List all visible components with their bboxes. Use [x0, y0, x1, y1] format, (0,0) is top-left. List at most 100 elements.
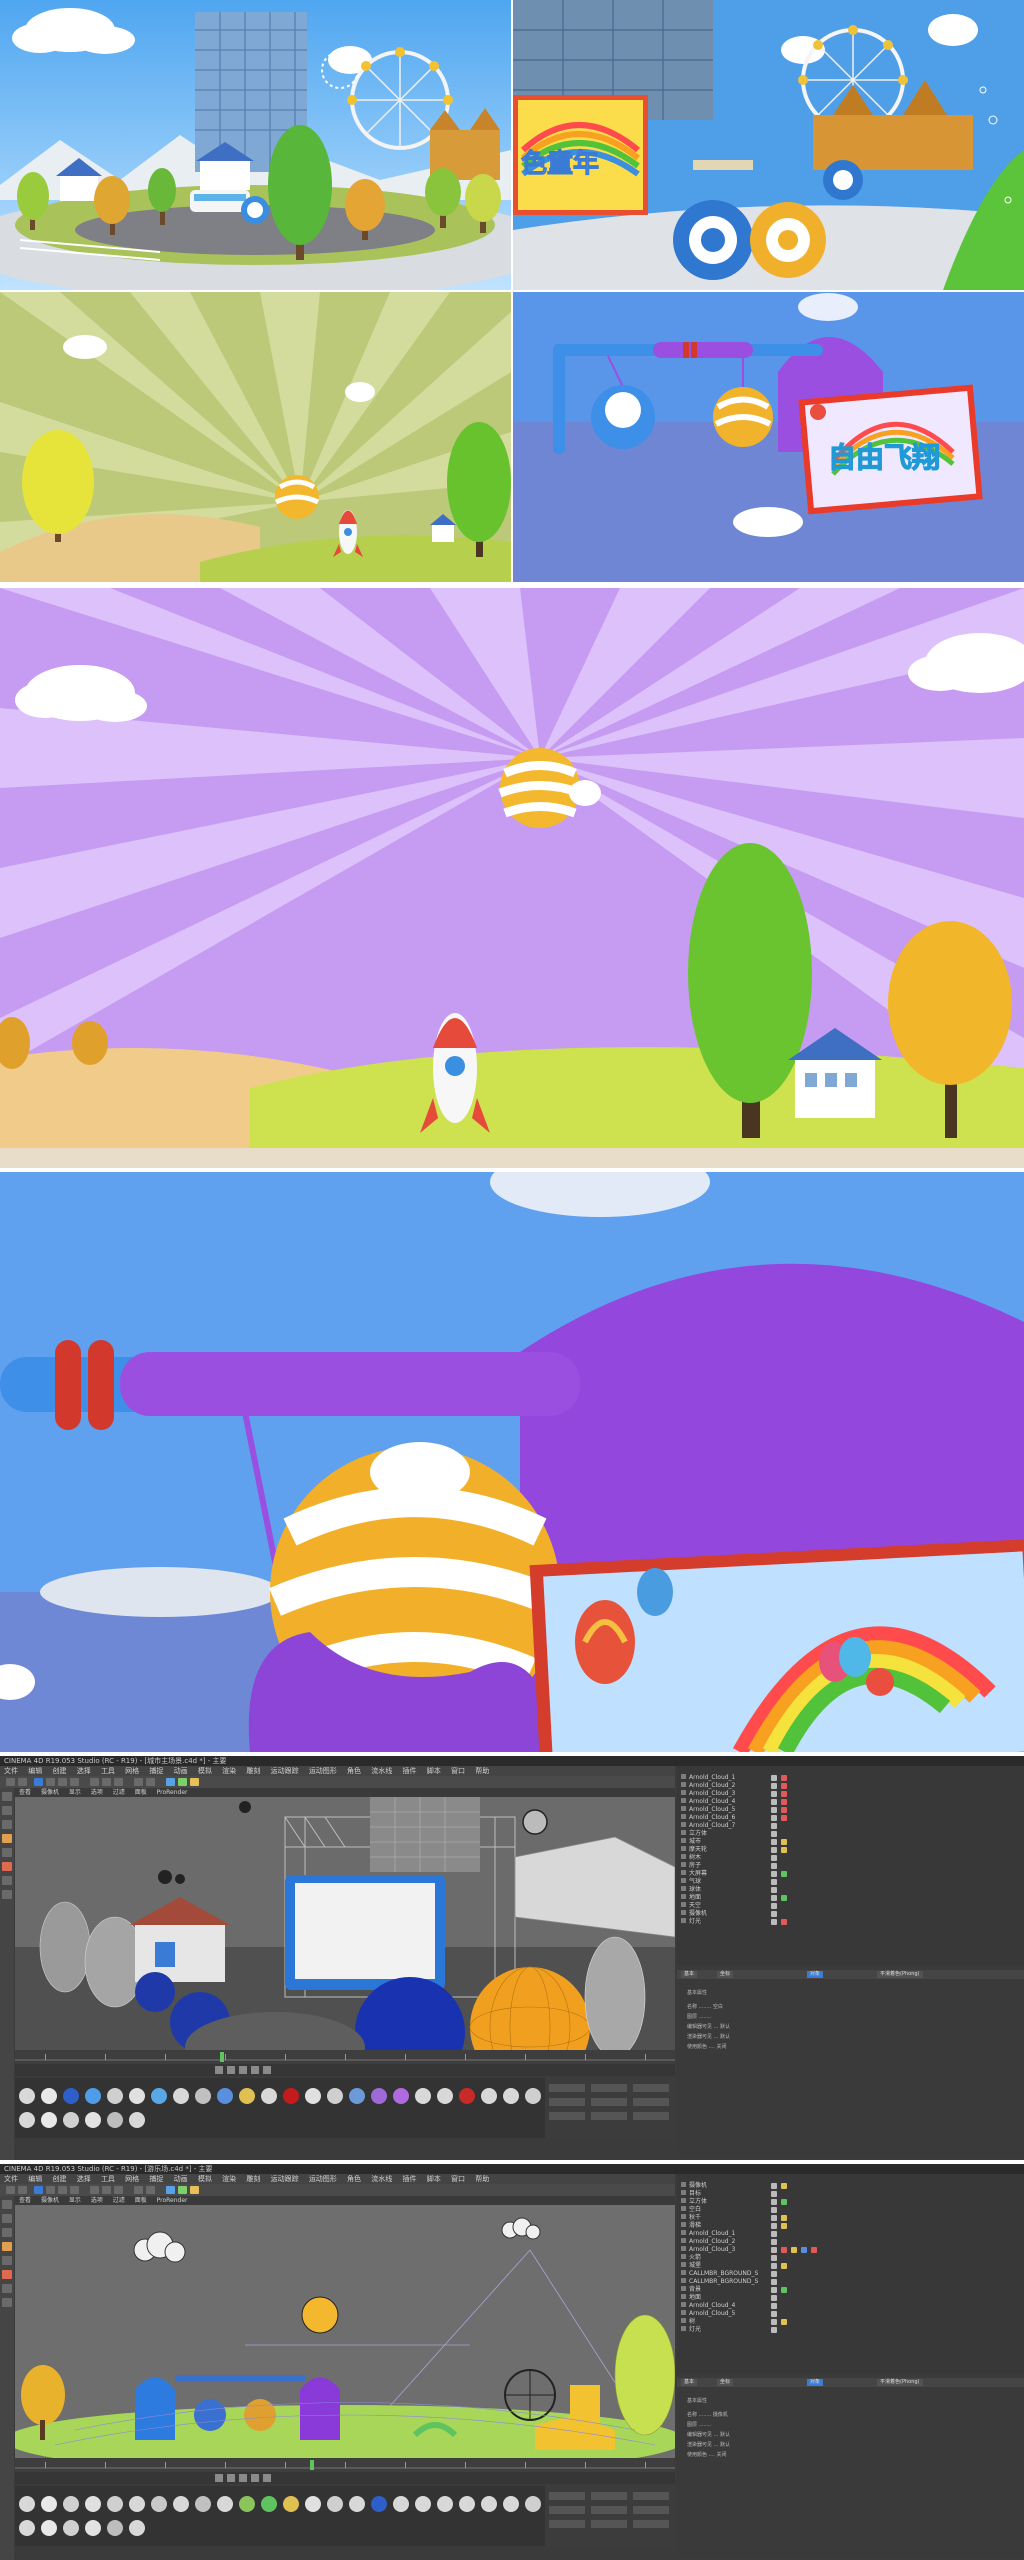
- viewport[interactable]: 查看 摄像机 显示 选项 过滤 面板 ProRender: [15, 2196, 675, 2458]
- viewport-menu-item[interactable]: 摄像机: [41, 2197, 59, 2204]
- object-row[interactable]: Arnold_Cloud_3: [681, 2246, 1021, 2254]
- z-axis-icon[interactable]: [114, 1778, 123, 1786]
- object-row[interactable]: 气球: [681, 1878, 1021, 1886]
- tool-icon[interactable]: [2, 1792, 12, 1801]
- y-axis-icon[interactable]: [102, 1778, 111, 1786]
- menu-item[interactable]: 帮助: [475, 2175, 489, 2183]
- object-row[interactable]: Arnold_Cloud_5: [681, 2310, 1021, 2318]
- move-icon[interactable]: [46, 1778, 55, 1786]
- tool-icon[interactable]: [2, 1890, 12, 1899]
- object-row[interactable]: 地面: [681, 1894, 1021, 1902]
- select-icon[interactable]: [34, 1778, 43, 1786]
- menu-item[interactable]: 文件: [4, 2175, 18, 2183]
- object-row[interactable]: 摄像机: [681, 1910, 1021, 1918]
- attr-tab[interactable]: 对象: [807, 1971, 824, 1978]
- object-row[interactable]: 火箭: [681, 2254, 1021, 2262]
- nurbs-icon[interactable]: [178, 1778, 187, 1786]
- menu-item[interactable]: 运动跟踪: [271, 1767, 299, 1775]
- object-row[interactable]: 立方体: [681, 2198, 1021, 2206]
- menu-item[interactable]: 脚本: [427, 2175, 441, 2183]
- attr-line[interactable]: 图层 ........: [687, 2014, 711, 2021]
- menu-item[interactable]: 运动图形: [309, 1767, 337, 1775]
- move-icon[interactable]: [46, 2186, 55, 2194]
- menu-item[interactable]: 编辑: [28, 2175, 42, 2183]
- rotate-icon[interactable]: [70, 1778, 79, 1786]
- attr-line[interactable]: 渲染器可见 ... 默认: [687, 2034, 730, 2041]
- viewport-menu-item[interactable]: 查看: [19, 2197, 31, 2204]
- object-row[interactable]: 城市: [681, 1838, 1021, 1846]
- menu-item[interactable]: 文件: [4, 1767, 18, 1775]
- menu-item[interactable]: 渲染: [222, 1767, 236, 1775]
- object-row[interactable]: 目标: [681, 2190, 1021, 2198]
- attr-tab[interactable]: 坐标: [717, 2379, 734, 2386]
- viewport-menu-item[interactable]: 显示: [69, 2197, 81, 2204]
- tool-icon[interactable]: [2, 2228, 12, 2237]
- light-icon[interactable]: [190, 1778, 199, 1786]
- menu-item[interactable]: 创建: [52, 2175, 66, 2183]
- object-row[interactable]: Arnold_Cloud_2: [681, 1782, 1021, 1790]
- render-view-icon[interactable]: [134, 1778, 143, 1786]
- render-view-icon[interactable]: [134, 2186, 143, 2194]
- attr-tab[interactable]: 基本: [681, 2379, 698, 2386]
- menu-item[interactable]: 模拟: [198, 2175, 212, 2183]
- menu-item[interactable]: 模拟: [198, 1767, 212, 1775]
- menu-item[interactable]: 网格: [125, 2175, 139, 2183]
- object-row[interactable]: 立方体: [681, 1830, 1021, 1838]
- menu-item[interactable]: 编辑: [28, 1767, 42, 1775]
- object-row[interactable]: 大屏幕: [681, 1870, 1021, 1878]
- viewport-menu-item[interactable]: 过滤: [113, 1789, 125, 1796]
- viewport-menu-item[interactable]: 选项: [91, 2197, 103, 2204]
- menu-item[interactable]: 动画: [174, 2175, 188, 2183]
- object-row[interactable]: Arnold_Cloud_1: [681, 1774, 1021, 1782]
- menu-item[interactable]: 选择: [77, 1767, 91, 1775]
- menu-item[interactable]: 运动图形: [309, 2175, 337, 2183]
- undo-icon[interactable]: [6, 2186, 15, 2194]
- menu-item[interactable]: 插件: [403, 1767, 417, 1775]
- tool-icon[interactable]: [2, 1876, 12, 1885]
- object-row[interactable]: Arnold_Cloud_4: [681, 2302, 1021, 2310]
- viewport-menu-item[interactable]: 过滤: [113, 2197, 125, 2204]
- light-icon[interactable]: [190, 2186, 199, 2194]
- attr-line[interactable]: 渲染器可见 ... 默认: [687, 2442, 730, 2449]
- menu-item[interactable]: 帮助: [475, 1767, 489, 1775]
- menu-item[interactable]: 捕捉: [149, 1767, 163, 1775]
- menu-item[interactable]: 选择: [77, 2175, 91, 2183]
- viewport-menu-item[interactable]: ProRender: [157, 2197, 188, 2204]
- menu-item[interactable]: 雕刻: [246, 1767, 260, 1775]
- x-axis-icon[interactable]: [90, 1778, 99, 1786]
- object-row[interactable]: CALLMBR_BGROUND_S: [681, 2278, 1021, 2286]
- attr-line[interactable]: 使用颜色 .... 关闭: [687, 2452, 727, 2459]
- tool-icon[interactable]: [2, 1834, 12, 1843]
- menu-item[interactable]: 窗口: [451, 1767, 465, 1775]
- attr-tab[interactable]: 平滑着色(Phong): [877, 1971, 923, 1978]
- menu-item[interactable]: 网格: [125, 1767, 139, 1775]
- tool-icon[interactable]: [2, 2256, 12, 2265]
- tool-icon[interactable]: [2, 2284, 12, 2293]
- tool-icon[interactable]: [2, 2200, 12, 2209]
- attr-tab[interactable]: 坐标: [717, 1971, 734, 1978]
- object-row[interactable]: 房子: [681, 1862, 1021, 1870]
- z-axis-icon[interactable]: [114, 2186, 123, 2194]
- object-row[interactable]: CALLMBR_BGROUND_S: [681, 2270, 1021, 2278]
- attr-line[interactable]: 图层 ........: [687, 2422, 711, 2429]
- menu-item[interactable]: 渲染: [222, 2175, 236, 2183]
- object-row[interactable]: Arnold_Cloud_2: [681, 2238, 1021, 2246]
- tool-icon[interactable]: [2, 2270, 12, 2279]
- timeline[interactable]: [15, 2050, 675, 2064]
- attr-line[interactable]: 编辑器可见 ... 默认: [687, 2024, 730, 2031]
- object-row[interactable]: 天空: [681, 1902, 1021, 1910]
- object-row[interactable]: Arnold_Cloud_4: [681, 1798, 1021, 1806]
- playhead[interactable]: [310, 2460, 314, 2470]
- viewport-menu-item[interactable]: 面板: [135, 1789, 147, 1796]
- menu-item[interactable]: 运动跟踪: [271, 2175, 299, 2183]
- object-row[interactable]: Arnold_Cloud_3: [681, 1790, 1021, 1798]
- coordinate-manager[interactable]: [545, 2078, 675, 2138]
- tool-icon[interactable]: [2, 1820, 12, 1829]
- menu-item[interactable]: 角色: [347, 2175, 361, 2183]
- tool-icon[interactable]: [2, 1806, 12, 1815]
- coordinate-manager[interactable]: [545, 2486, 675, 2546]
- viewport-menu-item[interactable]: ProRender: [157, 1789, 188, 1796]
- cube-icon[interactable]: [166, 2186, 175, 2194]
- x-axis-icon[interactable]: [90, 2186, 99, 2194]
- render-icon[interactable]: [146, 1778, 155, 1786]
